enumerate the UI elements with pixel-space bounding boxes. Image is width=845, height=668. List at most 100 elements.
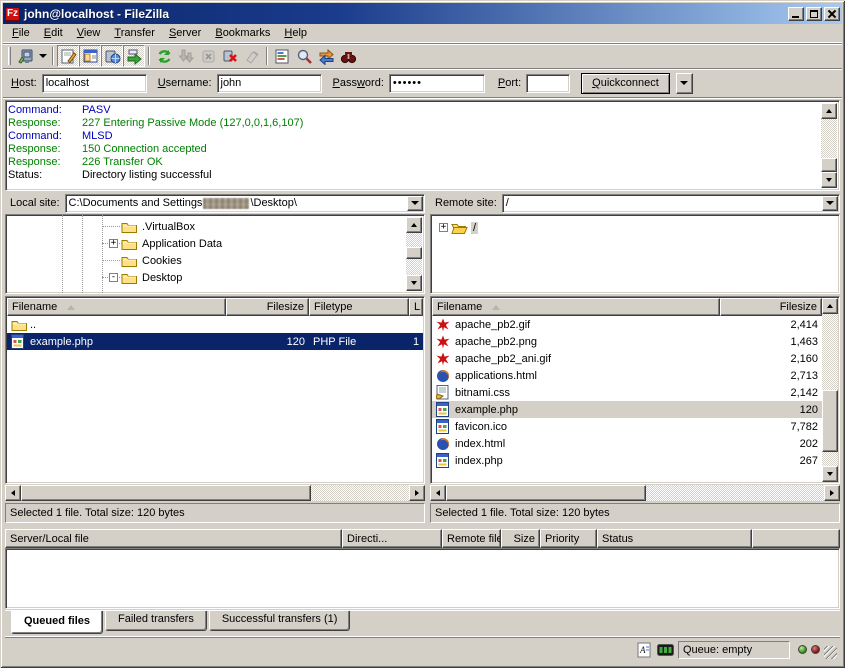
username-input[interactable]: john <box>217 74 322 93</box>
remote-file-row[interactable]: bitnami.css 2,142 <box>432 384 822 401</box>
remote-path-combo[interactable]: / <box>502 194 840 213</box>
local-file-row-example-php[interactable]: example.php 120 PHP File 1 <box>7 333 423 350</box>
tree-expander[interactable]: + <box>439 223 448 232</box>
column-header-status[interactable]: Status <box>597 529 752 548</box>
tree-expander[interactable]: - <box>109 273 118 282</box>
scroll-thumb[interactable] <box>446 485 646 501</box>
combo-dropdown[interactable] <box>822 196 838 211</box>
quickconnect-button[interactable]: Quickconnect <box>581 73 670 94</box>
tree-item-cookies[interactable]: Cookies <box>6 252 406 269</box>
close-button[interactable] <box>824 7 840 21</box>
column-header-remote-file[interactable]: Remote file <box>442 529 501 548</box>
column-header-filesize[interactable]: Filesize <box>720 298 822 316</box>
remote-file-row[interactable]: index.html 202 <box>432 435 822 452</box>
tree-expander[interactable]: + <box>109 239 118 248</box>
scroll-right-icon[interactable] <box>824 485 840 501</box>
directory-comparison-button[interactable] <box>293 45 315 67</box>
remote-file-row[interactable]: apache_pb2.png 1,463 <box>432 333 822 350</box>
scroll-up-icon[interactable] <box>822 298 838 314</box>
scroll-thumb[interactable] <box>406 247 422 259</box>
password-input[interactable]: •••••• <box>389 74 485 93</box>
remote-file-row[interactable]: favicon.ico 7,782 <box>432 418 822 435</box>
process-queue-icon <box>178 48 195 65</box>
column-header-direction[interactable]: Directi... <box>342 529 442 548</box>
site-manager-dropdown[interactable] <box>36 45 49 67</box>
scroll-right-icon[interactable] <box>409 485 425 501</box>
remote-file-row[interactable]: index.php 267 <box>432 452 822 469</box>
column-header-filename[interactable]: Filename <box>432 298 720 316</box>
toggle-message-log-button[interactable] <box>57 45 79 67</box>
maximize-button[interactable] <box>806 7 822 21</box>
menu-server[interactable]: Server <box>162 25 208 42</box>
column-header-priority[interactable]: Priority <box>540 529 597 548</box>
toolbar-grip <box>8 47 11 65</box>
scroll-thumb[interactable] <box>21 485 311 501</box>
remote-file-row-example-php[interactable]: example.php 120 <box>432 401 822 418</box>
tab-queued-files[interactable]: Queued files <box>11 611 103 634</box>
speed-limits-icon[interactable] <box>657 641 674 658</box>
tree-item-virtualbox[interactable]: .VirtualBox <box>6 218 406 235</box>
column-header-filetype[interactable]: Filetype <box>309 298 409 316</box>
remote-file-row[interactable]: apache_pb2.gif 2,414 <box>432 316 822 333</box>
resize-grip[interactable] <box>824 646 837 659</box>
remote-horizontal-scrollbar[interactable] <box>430 485 840 501</box>
image-file-icon <box>436 318 452 332</box>
scroll-down-icon[interactable] <box>406 275 422 291</box>
column-header-lastmodified[interactable]: L <box>409 298 423 316</box>
remote-list-scrollbar[interactable] <box>822 298 838 482</box>
queue-list[interactable] <box>5 548 840 609</box>
local-pane: Local site: C:\Documents and Settings\De… <box>5 193 425 523</box>
site-manager-button[interactable] <box>14 45 36 67</box>
refresh-button[interactable] <box>153 45 175 67</box>
scroll-up-icon[interactable] <box>821 103 837 119</box>
reconnect-button[interactable] <box>241 45 263 67</box>
scroll-up-icon[interactable] <box>406 217 422 233</box>
quickconnect-dropdown[interactable] <box>676 73 693 94</box>
scroll-down-icon[interactable] <box>821 172 837 188</box>
scroll-left-icon[interactable] <box>430 485 446 501</box>
port-input[interactable] <box>526 74 570 93</box>
tab-successful-transfers[interactable]: Successful transfers (1) <box>209 611 351 631</box>
scroll-left-icon[interactable] <box>5 485 21 501</box>
combo-dropdown[interactable] <box>407 196 423 211</box>
process-queue-button[interactable] <box>175 45 197 67</box>
minimize-button[interactable] <box>788 7 804 21</box>
tree-item-desktop[interactable]: - Desktop <box>6 269 406 286</box>
menu-file[interactable]: File <box>5 25 37 42</box>
toolbar-separator <box>52 47 54 65</box>
menu-transfer[interactable]: Transfer <box>107 25 162 42</box>
cancel-operation-button[interactable] <box>197 45 219 67</box>
menu-view[interactable]: View <box>70 25 108 42</box>
scroll-thumb[interactable] <box>821 158 837 172</box>
tree-item-root[interactable]: + / <box>431 219 837 236</box>
find-files-button[interactable] <box>337 45 359 67</box>
local-tree-scrollbar[interactable] <box>406 217 422 291</box>
menu-edit[interactable]: Edit <box>37 25 70 42</box>
local-file-row-up[interactable]: .. <box>7 316 423 333</box>
host-input[interactable]: localhost <box>42 74 147 93</box>
column-header-size[interactable]: Size <box>501 529 540 548</box>
scroll-down-icon[interactable] <box>822 466 838 482</box>
activity-indicator-green-icon <box>798 645 807 654</box>
column-header-server-local-file[interactable]: Server/Local file <box>5 529 342 548</box>
disconnect-button[interactable] <box>219 45 241 67</box>
local-horizontal-scrollbar[interactable] <box>5 485 425 501</box>
menu-help[interactable]: Help <box>277 25 314 42</box>
toggle-transfer-queue-button[interactable] <box>123 45 145 67</box>
tab-failed-transfers[interactable]: Failed transfers <box>105 611 207 631</box>
local-path-combo[interactable]: C:\Documents and Settings\Desktop\ <box>65 194 425 213</box>
remote-file-row[interactable]: applications.html 2,713 <box>432 367 822 384</box>
remote-file-row[interactable]: apache_pb2_ani.gif 2,160 <box>432 350 822 367</box>
tree-item-application-data[interactable]: + Application Data <box>6 235 406 252</box>
sort-asc-icon <box>67 305 75 310</box>
directory-listing-filters-button[interactable] <box>271 45 293 67</box>
menu-bookmarks[interactable]: Bookmarks <box>208 25 277 42</box>
column-header-filename[interactable]: Filename <box>7 298 226 316</box>
toggle-remote-tree-button[interactable] <box>101 45 123 67</box>
log-scrollbar[interactable] <box>821 103 837 188</box>
scroll-thumb[interactable] <box>822 390 838 452</box>
sync-browsing-icon <box>318 48 335 65</box>
synchronized-browsing-button[interactable] <box>315 45 337 67</box>
toggle-local-tree-button[interactable] <box>79 45 101 67</box>
column-header-filesize[interactable]: Filesize <box>226 298 309 316</box>
